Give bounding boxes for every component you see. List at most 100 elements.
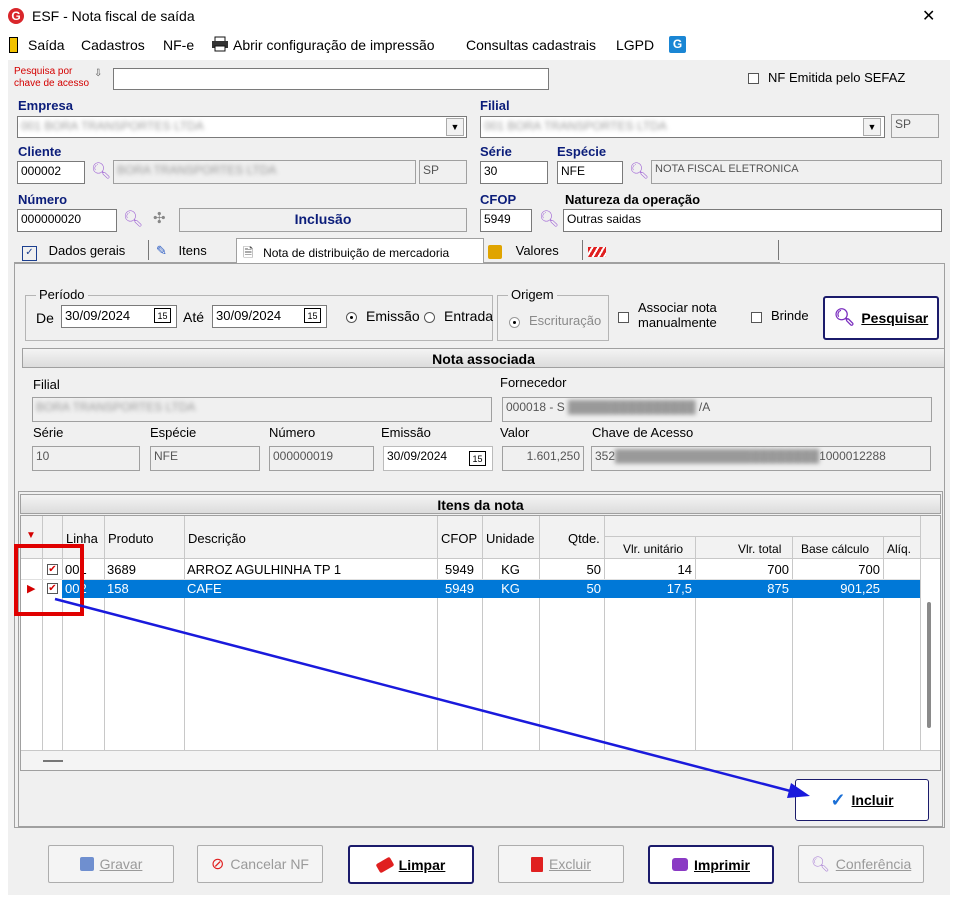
tab-dados-gerais[interactable]: ✓ Dados gerais [14,238,148,262]
menu-saida[interactable]: Saída [28,37,65,53]
emissao-radio[interactable] [346,309,357,324]
na-fornecedor-label: Fornecedor [500,375,567,390]
empresa-value: 001 BORA TRANSPORTES LTDA [21,119,204,133]
especie-search-icon[interactable]: 🔍︎ [629,161,649,181]
cell-base: 700 [858,562,880,577]
menu-consultas[interactable]: Consultas cadastrais [466,37,596,53]
col-sep [104,516,105,750]
empresa-dropdown-icon[interactable]: ▼ [446,118,464,136]
calendar-icon[interactable]: 15 [304,308,321,323]
search-icon: 🔍︎ [833,308,856,327]
pencil-icon: ✎ [156,243,167,258]
na-chave-field: 352████████████████████████1000012288 [591,446,931,471]
itens-header: Itens da nota [20,494,941,514]
na-serie-field: 10 [32,446,140,471]
sort-icon[interactable]: ▼ [26,530,36,541]
filial-dropdown-icon[interactable]: ▼ [863,118,881,136]
menu-bar: Saída Cadastros NF-e Abrir configuração … [0,32,955,60]
app-logo-icon: G [8,8,24,24]
empresa-select[interactable]: 001 BORA TRANSPORTES LTDA [17,116,467,138]
cliente-search-icon[interactable]: 🔍︎ [91,161,111,181]
serie-input[interactable]: 30 [480,161,548,184]
na-emissao-label: Emissão [381,425,431,440]
associar-checkbox[interactable] [618,309,629,324]
na-especie-label: Espécie [150,425,197,440]
cell-produto: 158 [107,581,129,596]
cell-vlr-total: 875 [767,581,789,596]
checkmark-icon: ✓ [830,789,846,810]
tab-itens[interactable]: ✎ Itens [152,238,236,262]
tab-extra[interactable] [588,238,628,262]
cancelar-label: Cancelar NF [230,856,309,872]
menu-cadastros[interactable]: Cadastros [81,37,145,53]
gravar-label: Gravar [99,856,143,872]
especie-input[interactable]: NFE [557,161,623,184]
col-descricao: Descrição [188,531,246,546]
escrituracao-label: Escrituração [529,313,602,328]
cliente-label: Cliente [18,144,62,159]
tab-distribuicao-label: Nota de distribuição de mercadoria [263,246,450,260]
cliente-code[interactable]: 000002 [17,161,85,184]
cfop-search-icon[interactable]: 🔍︎ [539,209,559,229]
horizontal-scroll-indicator[interactable] [43,760,63,762]
cfop-input[interactable]: 5949 [480,209,532,232]
calendar-icon: 15 [469,451,486,466]
limpar-button[interactable]: Limpar [348,845,474,884]
vertical-scrollbar[interactable] [927,602,931,728]
cfop-label: CFOP [480,192,517,207]
table-row-selected[interactable]: ▶ ✔ 002 158 CAFE 5949 KG 50 17,5 875 901… [21,580,920,598]
title-bar: G ESF - Nota fiscal de saída ✕ [0,0,955,32]
tab-valores[interactable]: Valores [488,238,588,262]
na-filial-value: BORA TRANSPORTES LTDA [36,400,196,414]
na-fornecedor-field: 000018 - S ███████████████ /A [502,397,932,422]
conferencia-button[interactable]: 🔍︎ Conferência [798,845,924,883]
cancel-icon: ⊘ [211,856,225,873]
calendar-icon[interactable]: 15 [154,308,171,323]
associar-label: Associar nota manualmente [638,300,717,330]
search-input[interactable] [113,68,549,90]
serie-label: Série [480,144,512,159]
brinde-label: Brinde [771,308,809,323]
incluir-button[interactable]: ✓ Incluir [795,779,929,821]
pesquisar-button[interactable]: 🔍︎ Pesquisar [823,296,939,340]
filial-select[interactable]: 001 BORA TRANSPORTES LTDA [480,116,885,138]
col-base-calculo: Base cálculo [801,542,870,556]
na-numero-field: 000000019 [269,446,374,471]
menu-lgpd[interactable]: LGPD [616,37,654,53]
close-icon[interactable]: ✕ [922,6,935,26]
tab-divider [148,240,149,260]
lgpd-logo-icon[interactable]: G [669,36,686,53]
na-chave-suffix: 1000012288 [819,449,886,463]
na-serie-label: Série [33,425,64,440]
limpar-label: Limpar [398,856,446,873]
especie-desc: NOTA FISCAL ELETRONICA [651,160,942,184]
nota-associada-header: Nota associada [22,348,945,368]
itens-grid[interactable]: ▼ Linha Produto Descrição CFOP Unidade Q… [20,515,941,771]
cancelar-button[interactable]: ⊘ Cancelar NF [197,845,323,883]
add-icon[interactable]: ✣ [153,209,166,227]
exit-icon [9,37,18,53]
especie-label: Espécie [557,144,607,159]
brinde-checkbox[interactable] [751,309,762,324]
status-field: Inclusão [179,208,467,232]
imprimir-button[interactable]: Imprimir [648,845,774,884]
escrituracao-radio[interactable] [509,314,520,329]
numero-search-icon[interactable]: 🔍︎ [123,209,143,229]
sefaz-checkbox[interactable] [748,70,759,85]
table-row[interactable]: ✔ 001 3689 ARROZ AGULHINHA TP 1 5949 KG … [21,561,920,580]
na-fornecedor-value: 000018 - S [506,400,565,414]
gravar-button[interactable]: Gravar [48,845,174,883]
entrada-radio[interactable] [424,309,435,324]
tab-itens-label: Itens [178,243,207,258]
menu-config-impressao[interactable]: Abrir configuração de impressão [233,37,435,53]
numero-input[interactable]: 000000020 [17,209,117,232]
col-sep [482,516,483,750]
natureza-input[interactable]: Outras saidas [563,209,942,232]
menu-nfe[interactable]: NF-e [163,37,194,53]
tab-distribuicao[interactable]: 🗎︎ Nota de distribuição de mercadoria [236,238,484,263]
cell-vlr-unit: 17,5 [666,581,692,596]
cell-descricao: ARROZ AGULHINHA TP 1 [187,562,342,577]
excluir-button[interactable]: Excluir [498,845,624,883]
sefaz-label: NF Emitida pelo SEFAZ [768,70,906,85]
cliente-name: BORA TRANSPORTES LTDA [113,160,416,184]
